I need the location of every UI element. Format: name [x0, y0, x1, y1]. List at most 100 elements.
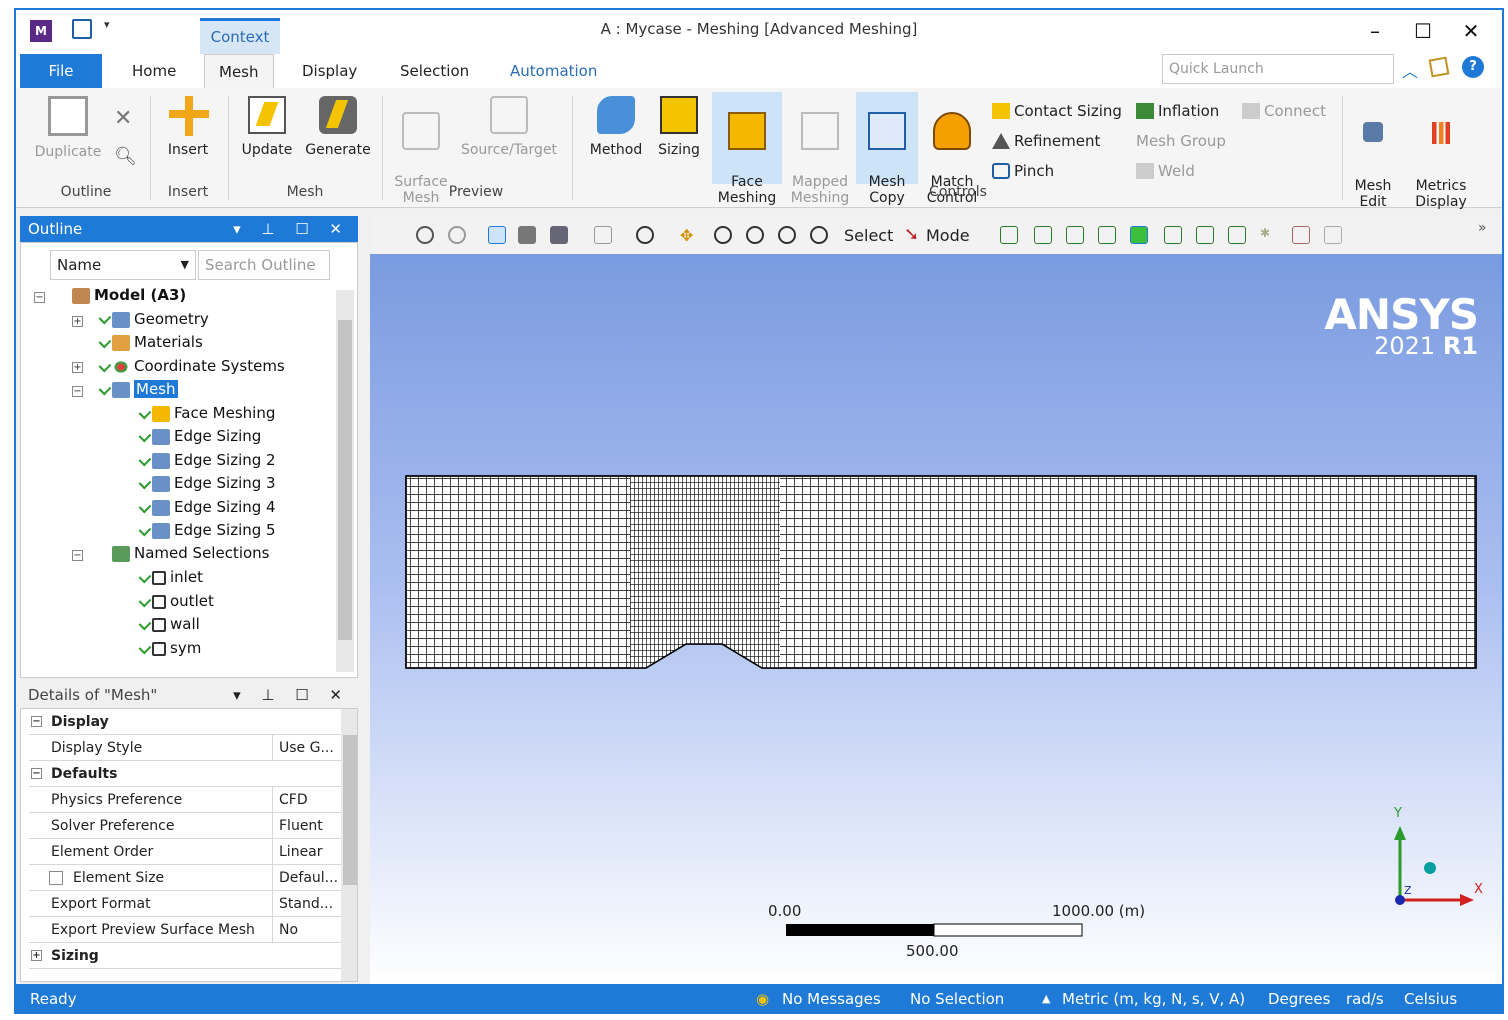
expand-icon[interactable]: +: [31, 950, 42, 961]
outline-filter-select[interactable]: Name ▼: [50, 250, 196, 280]
tree-node-mesh[interactable]: Mesh: [112, 380, 178, 398]
tree-node-coordinate-systems[interactable]: Coordinate Systems: [112, 357, 285, 375]
find-icon[interactable]: 🔍︎: [114, 146, 137, 167]
wireframe-icon[interactable]: [550, 226, 568, 244]
source-target-button[interactable]: Source/Target: [454, 96, 564, 158]
details-row[interactable]: Element Size Defaul...: [29, 865, 347, 891]
contact-sizing-button[interactable]: Contact Sizing: [992, 102, 1122, 120]
details-row[interactable]: Export Preview Surface Mesh No: [29, 917, 347, 943]
tab-mesh[interactable]: Mesh: [204, 54, 274, 89]
status-units[interactable]: Metric (m, kg, N, s, V, A): [1062, 984, 1245, 1012]
tree-node-edge-sizing[interactable]: Edge Sizing: [152, 427, 261, 445]
generate-button[interactable]: Generate: [300, 96, 376, 158]
units-arrow-icon[interactable]: ▲: [1042, 984, 1050, 1012]
delete-icon[interactable]: ✕: [114, 106, 132, 131]
tree-node-named-selections[interactable]: Named Selections: [112, 544, 269, 562]
details-row[interactable]: Display Style Use G...: [29, 735, 347, 761]
shaded-icon[interactable]: [518, 226, 536, 244]
body-select-icon[interactable]: [488, 226, 506, 244]
minimize-icon[interactable]: –: [1358, 18, 1392, 44]
update-button[interactable]: Update: [234, 96, 300, 158]
tree-node-geometry[interactable]: Geometry: [112, 310, 209, 328]
details-section-display[interactable]: − Display: [29, 709, 347, 735]
quick-launch-input[interactable]: Quick Launch: [1162, 54, 1394, 84]
mesh-copy-button[interactable]: Mesh Copy: [856, 92, 918, 206]
details-row[interactable]: Physics Preference CFD: [29, 787, 347, 813]
select-element-face-icon[interactable]: [1164, 226, 1182, 244]
status-degrees[interactable]: Degrees: [1268, 984, 1330, 1012]
mesh-edit-button[interactable]: Mesh Edit: [1346, 96, 1400, 210]
select-body-icon[interactable]: [1130, 226, 1148, 244]
zoom-icon[interactable]: [416, 226, 434, 244]
face-meshing-button[interactable]: Face Meshing: [712, 92, 782, 206]
tree-node-wall[interactable]: wall: [152, 615, 200, 633]
tree-node-outlet[interactable]: outlet: [152, 592, 214, 610]
tree-node-materials[interactable]: Materials: [112, 333, 203, 351]
notes-icon[interactable]: [1428, 56, 1450, 78]
pan-icon[interactable]: ✥: [680, 226, 698, 245]
zoom-out-icon[interactable]: [448, 226, 466, 244]
details-scrollbar[interactable]: [341, 709, 357, 981]
panel-controls-icon[interactable]: ▾ ⊥ ☐ ✕: [233, 682, 350, 708]
select-face-icon[interactable]: [1098, 226, 1116, 244]
duplicate-button[interactable]: Duplicate: [30, 96, 106, 160]
tree-node-edge-sizing-4[interactable]: Edge Sizing 4: [152, 498, 276, 516]
insert-button[interactable]: Insert: [156, 96, 220, 158]
connect-button[interactable]: Connect: [1242, 102, 1326, 120]
magnifier-icon[interactable]: [810, 226, 828, 244]
mapped-meshing-button[interactable]: Mapped Meshing: [786, 96, 854, 206]
tree-node-face-meshing[interactable]: Face Meshing: [152, 404, 275, 422]
outline-search-input[interactable]: Search Outline: [198, 250, 330, 280]
select-vertex-icon[interactable]: [1034, 226, 1052, 244]
tab-display[interactable]: Display: [288, 54, 371, 88]
details-row[interactable]: Element Order Linear: [29, 839, 347, 865]
close-icon[interactable]: ✕: [1454, 18, 1488, 44]
tab-automation[interactable]: Automation: [496, 54, 611, 88]
zoom-in-icon[interactable]: [714, 226, 732, 244]
metrics-display-button[interactable]: Metrics Display: [1406, 96, 1476, 210]
tree-node-inlet[interactable]: inlet: [152, 568, 203, 586]
inflation-button[interactable]: Inflation: [1136, 102, 1219, 120]
select-edge-icon[interactable]: [1066, 226, 1084, 244]
expand-icon[interactable]: +: [72, 316, 83, 327]
status-temperature[interactable]: Celsius: [1404, 984, 1457, 1012]
select-element-icon[interactable]: [1196, 226, 1214, 244]
maximize-icon[interactable]: ☐: [1406, 18, 1440, 44]
section-icon[interactable]: [594, 226, 612, 244]
collapse-icon[interactable]: −: [72, 550, 83, 561]
context-tab[interactable]: Context: [200, 18, 280, 54]
annotation-icon[interactable]: [1324, 226, 1342, 244]
tab-file[interactable]: File: [20, 54, 102, 88]
toolbar-overflow-icon[interactable]: »: [1478, 220, 1487, 236]
weld-button[interactable]: Weld: [1136, 162, 1195, 180]
collapse-ribbon-icon[interactable]: ︿: [1402, 58, 1418, 82]
collapse-icon[interactable]: −: [34, 292, 45, 303]
tab-selection[interactable]: Selection: [386, 54, 483, 88]
collapse-icon[interactable]: −: [31, 768, 42, 779]
status-rads[interactable]: rad/s: [1346, 984, 1384, 1012]
details-row[interactable]: Solver Preference Fluent: [29, 813, 347, 839]
panel-controls-icon[interactable]: ▾ ⊥ ☐ ✕: [233, 216, 350, 242]
zoom-fit-icon[interactable]: [778, 226, 796, 244]
details-section-sizing[interactable]: + Sizing: [29, 943, 347, 969]
details-row[interactable]: Export Format Stand...: [29, 891, 347, 917]
label-icon[interactable]: [1292, 226, 1310, 244]
tree-node-model[interactable]: Model (A3): [72, 286, 186, 304]
status-messages[interactable]: No Messages: [782, 984, 881, 1012]
tree-node-edge-sizing-3[interactable]: Edge Sizing 3: [152, 474, 276, 492]
coordinate-icon[interactable]: ✱: [1260, 226, 1278, 244]
method-button[interactable]: Method: [582, 96, 650, 158]
collapse-icon[interactable]: −: [72, 386, 83, 397]
tree-node-edge-sizing-5[interactable]: Edge Sizing 5: [152, 521, 276, 539]
expand-icon[interactable]: +: [72, 362, 83, 373]
rotate-icon[interactable]: [636, 226, 654, 244]
refinement-button[interactable]: Refinement: [992, 132, 1100, 150]
graphics-viewport[interactable]: ANSYS 2021 R1 0.00 1000.00 (m) 500.00 Y …: [370, 254, 1502, 984]
outline-scrollbar[interactable]: [336, 290, 354, 672]
help-icon[interactable]: ?: [1462, 56, 1484, 78]
box-zoom-icon[interactable]: [746, 226, 764, 244]
tab-home[interactable]: Home: [118, 54, 190, 88]
select-node-icon[interactable]: [1228, 226, 1246, 244]
tree-node-edge-sizing-2[interactable]: Edge Sizing 2: [152, 451, 276, 469]
mode-button[interactable]: Mode: [926, 226, 970, 245]
